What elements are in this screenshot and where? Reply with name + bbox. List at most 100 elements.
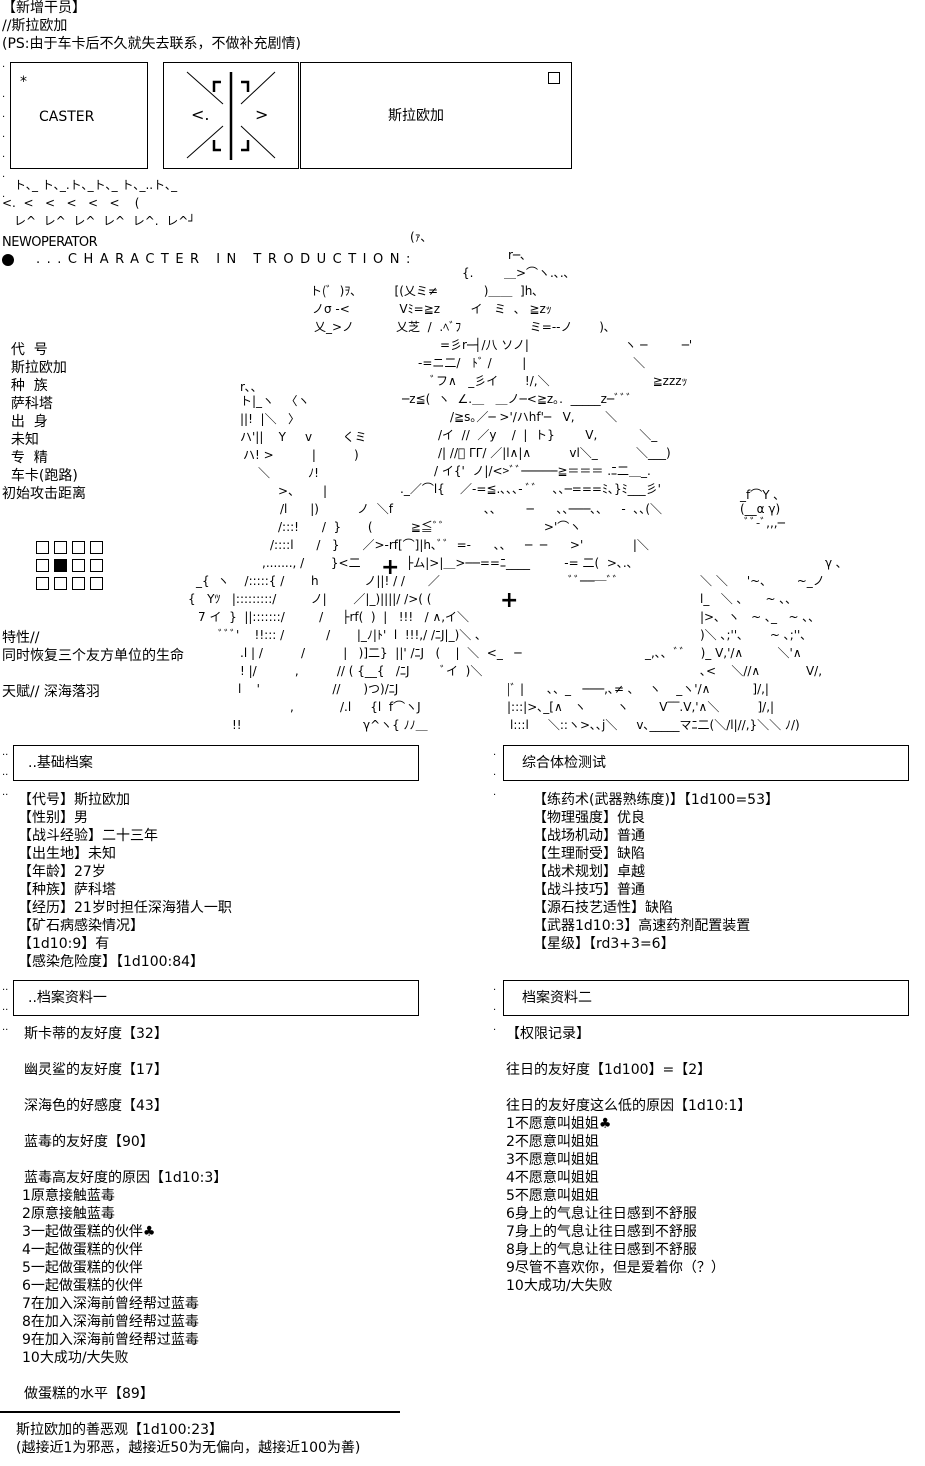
past-affinity: 往日的友好度【1d100】=【2】 <box>506 1062 712 1078</box>
file-two-title: 档案资料二 <box>522 990 592 1006</box>
ascii-art-line: 7 イ } ||:::::::/ / ├rf( ) | !!! / ∧,イ＼ <box>198 610 470 624</box>
baking-level: 做蛋糕的水平【89】 <box>24 1386 154 1402</box>
basic-file-item: 【战斗经验】二十三年 <box>18 828 158 844</box>
ascii-art-line: ,......., / }<二 <box>262 556 361 570</box>
range-cell <box>90 559 103 572</box>
reason-item: 9尽管不喜欢你，但是爱着你（？） <box>506 1260 725 1276</box>
ascii-art-line: 乂_>ノ 乂芝 / .ﾍﾞﾌ ミ=--ノ )､ <box>314 320 610 334</box>
svg-text:<.: <. <box>191 105 210 124</box>
ascii-art-line: /::::l / } ／>-rf[⌒]|h､ﾞﾞ =- ､､ ─ ─ >' |＼ <box>270 538 649 552</box>
sparkle-cross-icon: + <box>381 555 400 580</box>
talent-text: 天赋// 深海落羽 <box>2 684 100 700</box>
file-one-title: ..档案资料一 <box>28 990 107 1006</box>
physical-exam-item: 【源石技艺适性】缺陷 <box>533 900 673 916</box>
reason-item: 9在加入深海前曾经帮过蓝毒 <box>22 1332 199 1348</box>
physical-exam-item: 【生理耐受】缺陷 <box>533 846 645 862</box>
physical-exam-item: 【战场机动】普通 <box>533 828 645 844</box>
ascii-art-line: l ' // )つ)/ﾆJ <box>238 682 399 696</box>
ascii-art-line: =彡r─┤/八 ソノ| ヽ ─ ─' <box>440 338 693 352</box>
ascii-art-line: |>､ ヽ ~ ､_ ~ ､､ <box>700 610 815 624</box>
operator-name: 斯拉欧加 <box>388 108 444 124</box>
reason-item: 6身上的气息让往日感到不舒服 <box>506 1206 697 1222</box>
reason-item: 2原意接触蓝毒 <box>22 1206 115 1222</box>
star-row-middle: <. < < < < < ( <box>2 196 140 210</box>
class-label: CASTER <box>39 109 95 125</box>
ascii-art-line: ＼ ＼ '~､ ~_ノ <box>700 574 825 588</box>
reason-item: 10大成功/大失败 <box>22 1350 129 1366</box>
range-cell <box>72 577 85 590</box>
ascii-art-line: l:::l ＼::ヽ>､､j＼ v､_____マﾆ二(＼/l|//,}＼＼ ﾉ/… <box>510 718 800 732</box>
profile-field-label: 种 族 <box>10 378 48 394</box>
ascii-art-line: l_ ＼ ､ ~ ､､ <box>700 592 792 606</box>
reason-item: 3一起做蛋糕的伙伴♣ <box>22 1224 156 1240</box>
range-cell <box>54 541 67 554</box>
ascii-art-line: ﾞﾞ───ﾞﾞ <box>568 574 619 588</box>
basic-file-item: 【种族】萨科塔 <box>18 882 116 898</box>
ascii-art-line: _{ ヽ /:::::{ / h ノ||! / / ／ <box>196 574 440 588</box>
basic-file-item: 【出生地】未知 <box>18 846 116 862</box>
ascii-art-line: -=ニ二/ ﾄﾞ / | ＼ <box>418 356 646 370</box>
affinity-item: 斯卡蒂的友好度【32】 <box>24 1026 168 1042</box>
ascii-art-line: |ﾞ | ､、_ ───,､≠ ､ ヽ _ヽ'/∧ ]/,| <box>507 682 769 696</box>
reason-item: 6一起做蛋糕的伙伴 <box>22 1278 143 1294</box>
profile-field-specialty: 专 精 车卡(跑路) <box>2 431 78 485</box>
ascii-art-line: .l | / / | )]二} ||' /ﾆJ ( | ＼ <_ ─ <box>240 646 522 660</box>
svg-text:>: > <box>255 105 268 124</box>
header-note: (PS:由于车卡后不久就失去联系，不做补充剧情) <box>2 36 301 52</box>
ascii-art-line: (ｧ､ <box>410 230 427 244</box>
attack-range-grid <box>36 541 104 591</box>
post-title: 【新增干员】 <box>2 0 86 16</box>
ascii-art-line: ハ! > | ) <box>243 448 359 462</box>
morality-roll: 斯拉欧加的善恶观【1d100:23】 <box>16 1422 224 1438</box>
ascii-art-line: /≧s｡／─ >'/ハhf'─ V, ＼ <box>450 410 618 424</box>
star-row-bottom: レ^ レ^ レ^ レ^ レ^. レ^┘ <box>14 214 196 228</box>
physical-exam-title: 综合体检测试 <box>522 755 606 771</box>
basic-file-item: 【性别】男 <box>18 810 88 826</box>
file-one-reason-title: 蓝毒高友好度的原因【1d10:3】 <box>24 1170 228 1186</box>
checkbox-square-icon <box>548 72 560 84</box>
ascii-art-line: r─､ <box>508 248 527 262</box>
ascii-art-line: ﾞﾞﾞ' !!::: / / |_ﾉ|ﾄ' l !!!,/ /ﾆJ|_)＼ ､ <box>218 628 482 642</box>
reason-item: 8身上的气息让往日感到不舒服 <box>506 1242 697 1258</box>
reason-item: 2不愿意叫姐姐 <box>506 1134 599 1150</box>
filled-circle-icon <box>2 254 14 266</box>
ascii-art-line: ! |/ , // ( {__{ /ﾆJ ﾞイ )＼ <box>240 664 483 678</box>
reason-item: 4一起做蛋糕的伙伴 <box>22 1242 143 1258</box>
profile-field-value: 车卡(跑路) <box>10 468 78 484</box>
ascii-art-line: ||! |＼ 〉 <box>240 412 301 426</box>
file-two-header: 档案资料二 <box>503 980 909 1016</box>
basic-file-item: 【1d10:9】有 <box>18 936 110 952</box>
morality-scale-note: (越接近1为邪恶，越接近50为无偏向，越接近100为善) <box>16 1440 361 1456</box>
ascii-art-line: /.l {l f⌒ヽJ <box>340 700 421 714</box>
profile-field-label: 出 身 <box>10 414 48 430</box>
ascii-art-line: ﾞフ∧ _彡イ !/,＼ ≧zzzｯ <box>430 374 688 388</box>
ascii-art-line: ﾞﾞ-ﾞ,,,─ <box>744 516 785 530</box>
physical-exam-item: 【武器1d10:3】高速药剂配置装置 <box>533 918 751 934</box>
range-cell <box>72 559 85 572</box>
reason-item: 5不愿意叫姐姐 <box>506 1188 599 1204</box>
ascii-art-line: , <box>290 700 294 714</box>
range-cell <box>90 541 103 554</box>
ascii-art-line: /イ // ／y / | ト} V, ＼_ <box>438 428 658 442</box>
ascii-art-line: γ^ヽ{ ﾉﾉ＿ <box>363 718 428 732</box>
ascii-art-line: /:::! / } ( ≧≦ﾞﾞ >'⌒ヽ <box>278 520 582 534</box>
ascii-art-line: |:::|>､_[∧ ヽ ヽ V‾‾.V,'∧＼ ]/,| <box>507 700 775 714</box>
ascii-art-line: γ ､ <box>825 556 842 570</box>
ascii-art-line: ノσ -< Vﾐ=≧z イ ミ 、 ≧zｯ <box>312 302 552 316</box>
reason-item: 4不愿意叫姐姐 <box>506 1170 599 1186</box>
ascii-art-line: ├ム|>|＿>──==ﾆ____ -= 二( >､.､ <box>406 556 633 570</box>
trait-text: 同时恢复三个友方单位的生命 <box>2 648 184 664</box>
trait-label: 特性// <box>2 630 40 646</box>
affinity-item: 幽灵鲨的友好度【17】 <box>24 1062 168 1078</box>
reason-item: 7在加入深海前曾经帮过蓝毒 <box>22 1296 199 1312</box>
file-two-reason-title: 往日的友好度这么低的原因【1d10:1】 <box>506 1098 752 1114</box>
permission-record: 【权限记录】 <box>506 1026 590 1042</box>
physical-exam-item: 【星级】【rd3+3=6】 <box>533 936 675 952</box>
character-introduction-label: ...CHARACTER IN TRODUCTION: <box>36 252 417 267</box>
ascii-art-line: >、 | <box>278 484 327 498</box>
reason-item: 10大成功/大失败 <box>506 1278 613 1294</box>
range-cell <box>72 541 85 554</box>
basic-file-item: 【代号】斯拉欧加 <box>18 792 130 808</box>
basic-file-header: ..基础档案 <box>13 745 419 781</box>
ascii-art-line: _,､､ ﾞﾞ )_ V,'/∧ ＼'∧ <box>645 646 802 660</box>
